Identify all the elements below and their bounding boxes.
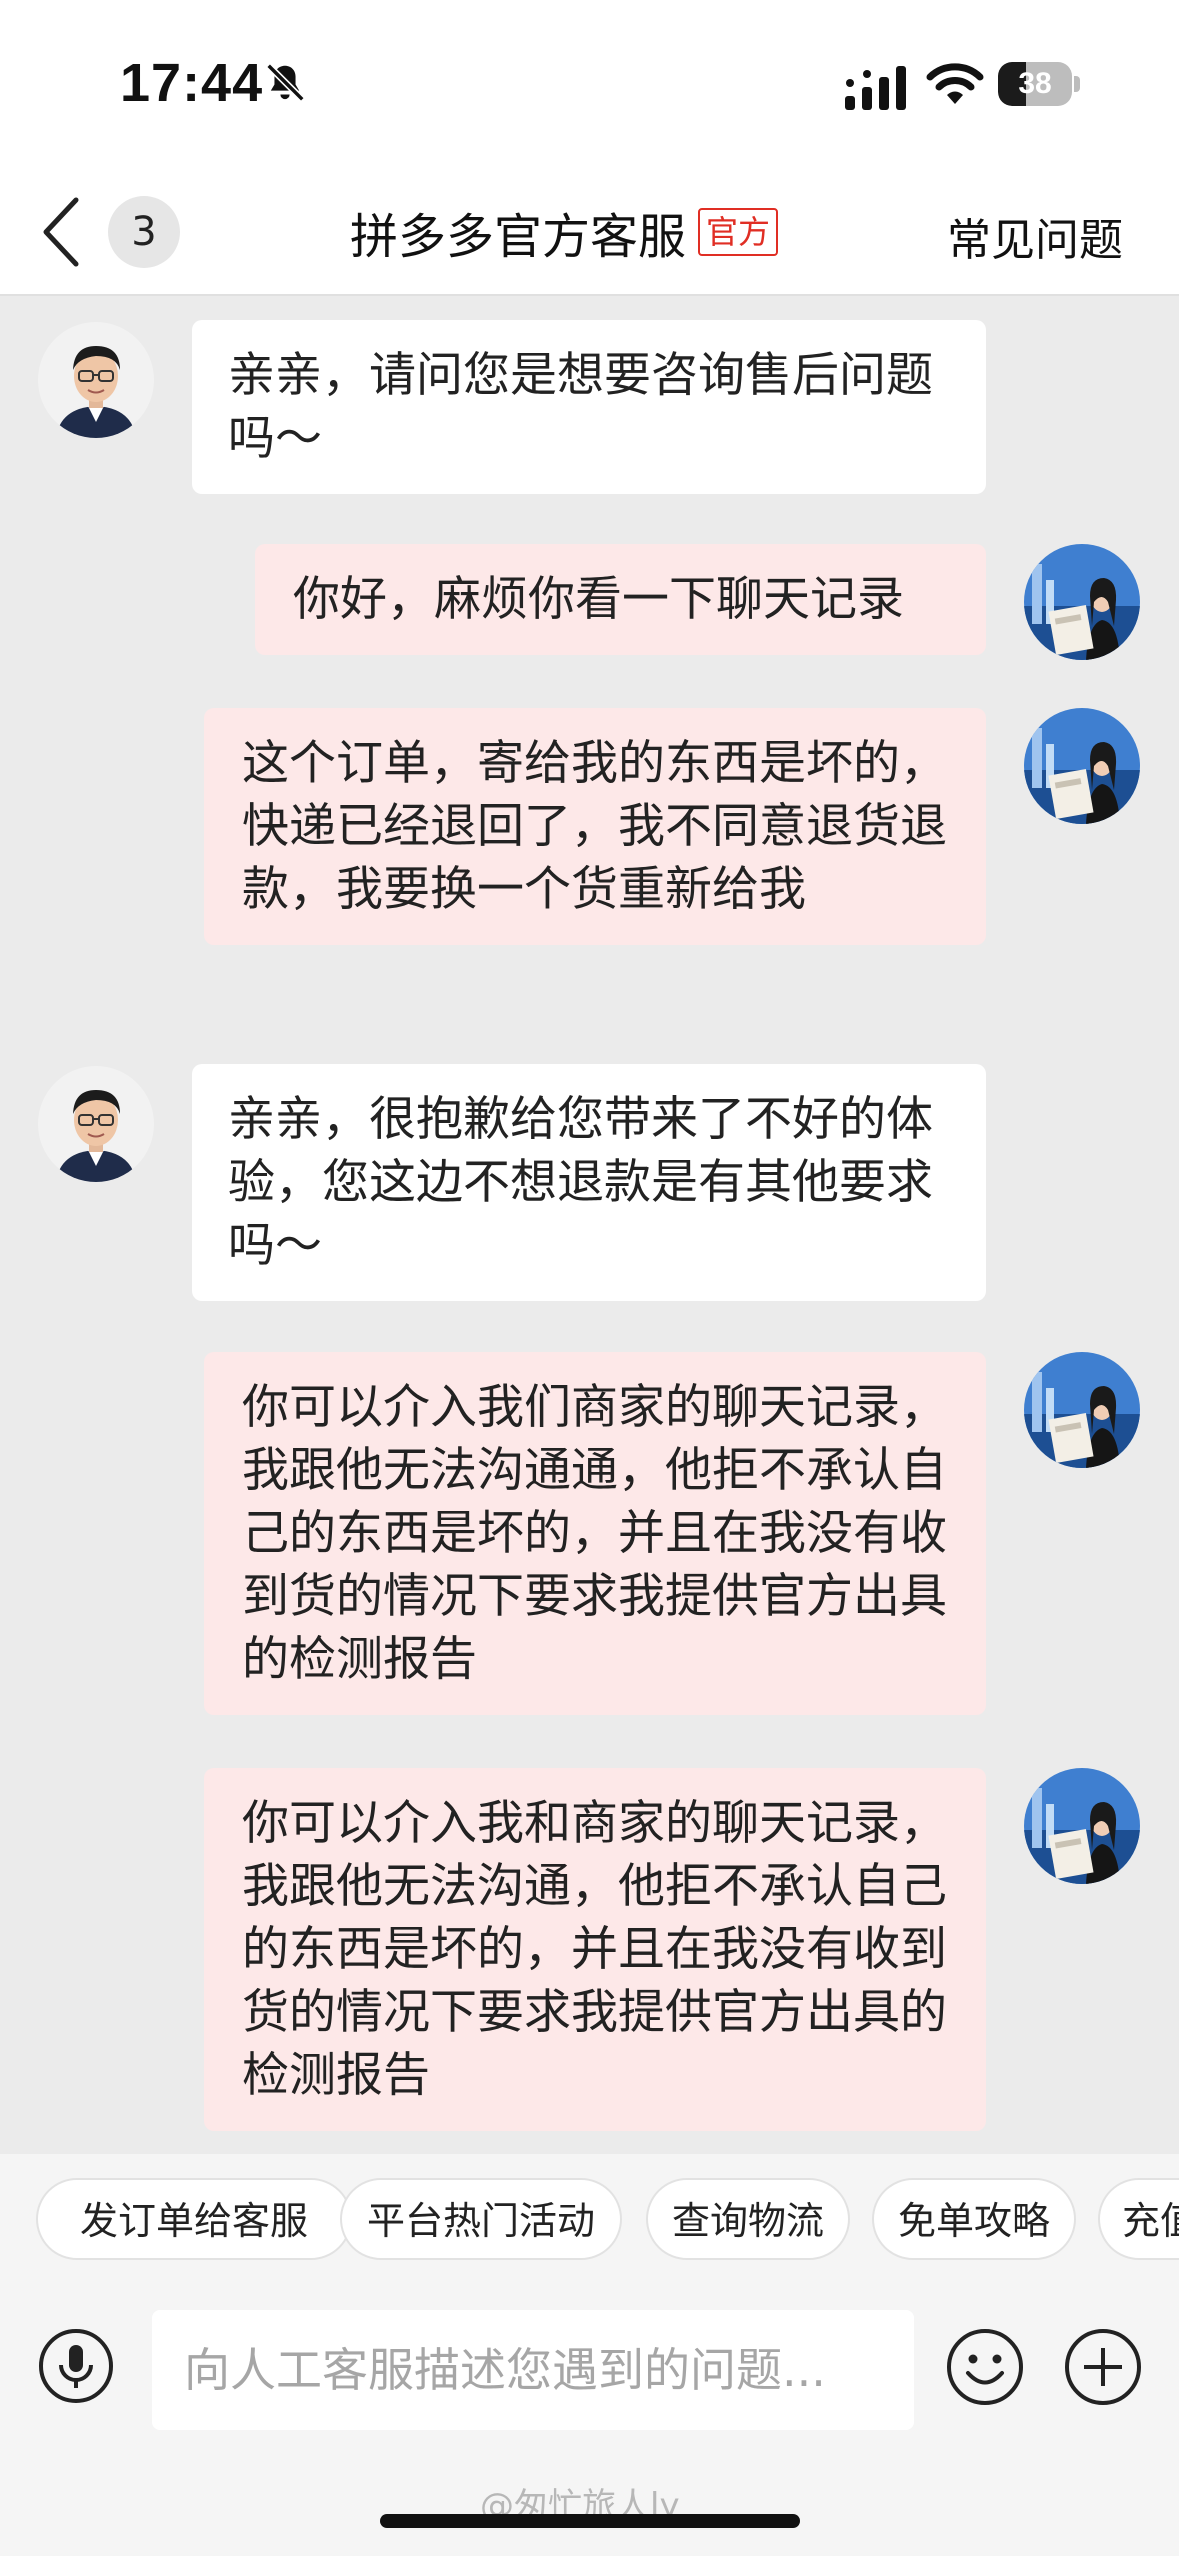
plus-icon[interactable] (1064, 2328, 1142, 2406)
input-bar: 向人工客服描述您遇到的问题... @匆忙旅人ly (0, 2294, 1179, 2556)
quick-action-track-shipping[interactable]: 查询物流 (646, 2178, 850, 2260)
cellular-signal-icon (845, 66, 906, 110)
quick-action-free-order-guide[interactable]: 免单攻略 (872, 2178, 1076, 2260)
smiley-icon[interactable] (946, 2328, 1024, 2406)
user-avatar[interactable] (1024, 1352, 1140, 1468)
page-title: 拼多多官方客服 (350, 209, 687, 265)
user-avatar[interactable] (1024, 708, 1140, 824)
user-message[interactable]: 这个订单，寄给我的东西是坏的，快递已经退回了，我不同意退货退款，我要换一个货重新… (204, 708, 986, 945)
agent-avatar[interactable] (38, 322, 154, 438)
message-input[interactable]: 向人工客服描述您遇到的问题... (152, 2310, 914, 2430)
microphone-icon[interactable] (38, 2328, 114, 2404)
quick-actions-bar[interactable]: 发订单给客服 平台热门活动 查询物流 免单攻略 充值 (0, 2154, 1179, 2294)
battery-icon: 38 (998, 62, 1080, 106)
quick-action-hot-events[interactable]: 平台热门活动 (340, 2178, 622, 2260)
wifi-icon (926, 63, 984, 104)
agent-avatar[interactable] (38, 1066, 154, 1182)
clock: 17:44 (120, 53, 264, 113)
faq-link[interactable]: 常见问题 (947, 204, 1123, 268)
quick-action-send-order[interactable]: 发订单给客服 (36, 2178, 352, 2260)
battery-percent: 38 (1018, 67, 1052, 100)
user-message[interactable]: 你可以介入我和商家的聊天记录，我跟他无法沟通，他拒不承认自己的东西是坏的，并且在… (204, 1768, 986, 2131)
user-message[interactable]: 你可以介入我们商家的聊天记录，我跟他无法沟通通，他拒不承认自己的东西是坏的，并且… (204, 1352, 986, 1715)
bell-slash-icon (266, 63, 305, 102)
chat-header: 3 拼多多官方客服 官方 常见问题 (0, 170, 1179, 296)
user-avatar[interactable] (1024, 1768, 1140, 1884)
unread-count-badge[interactable]: 3 (108, 196, 180, 268)
status-bar: 17:44 38 (0, 0, 1179, 170)
message-list[interactable]: 亲亲，请问您是想要咨询售后问题吗～ 你好，麻烦你看一下聊天记录 这个订单，寄给我… (0, 296, 1179, 2154)
chevron-left-icon[interactable] (38, 194, 88, 270)
home-indicator (380, 2514, 800, 2528)
official-badge: 官方 (698, 208, 779, 256)
agent-message[interactable]: 亲亲，很抱歉给您带来了不好的体验，您这边不想退款是有其他要求吗～ (192, 1064, 986, 1301)
user-message[interactable]: 你好，麻烦你看一下聊天记录 (255, 544, 986, 655)
chat-title-group: 拼多多官方客服 官方 (350, 200, 779, 265)
quick-action-recharge[interactable]: 充值 (1098, 2178, 1179, 2260)
user-avatar[interactable] (1024, 544, 1140, 660)
agent-message[interactable]: 亲亲，请问您是想要咨询售后问题吗～ (192, 320, 986, 494)
